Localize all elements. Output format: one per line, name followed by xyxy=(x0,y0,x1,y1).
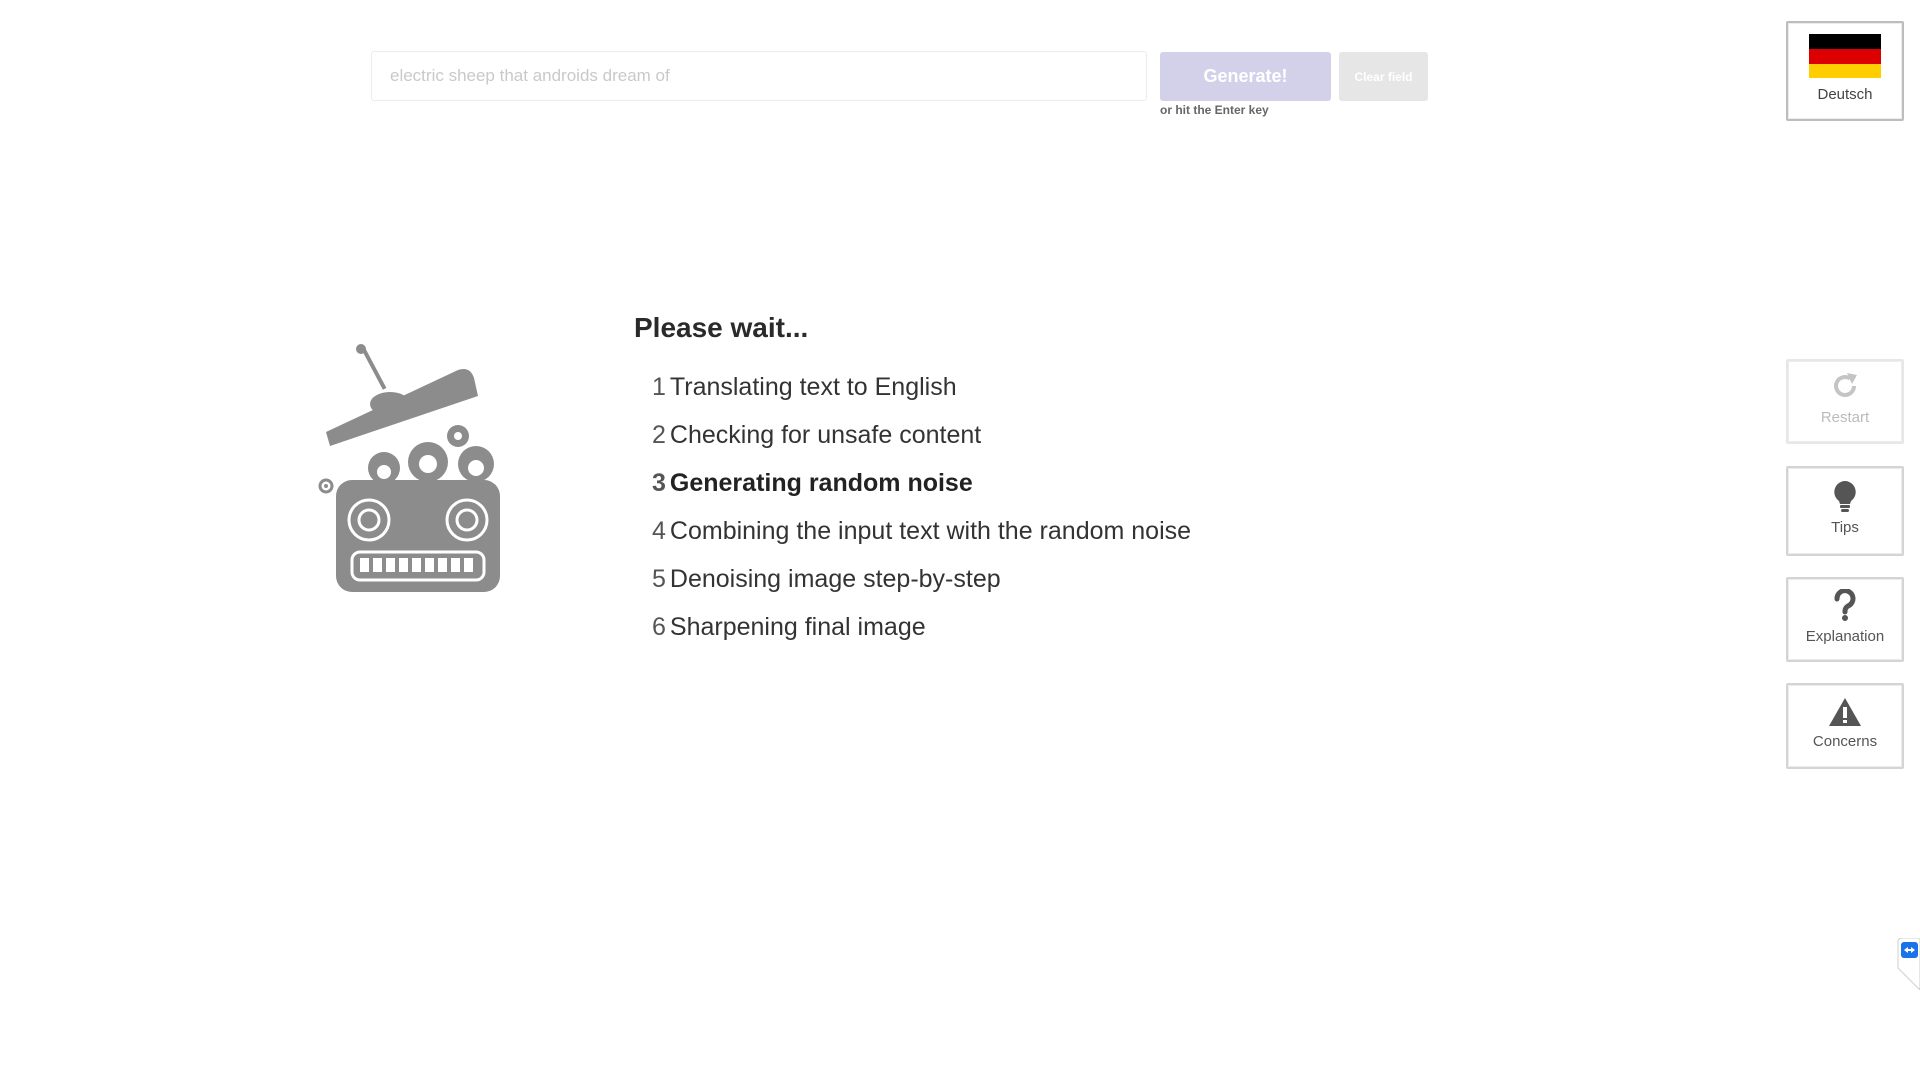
step-number: 2 xyxy=(652,421,666,449)
language-label: Deutsch xyxy=(1817,86,1873,103)
concerns-label: Concerns xyxy=(1812,733,1878,750)
page: Generate! Clear field or hit the Enter k… xyxy=(0,0,1920,1080)
progress-steps: 1 Translating text to English 2 Checking f… xyxy=(652,368,1191,656)
please-wait-title: Please wait... xyxy=(634,312,809,343)
step-number: 4 xyxy=(652,517,666,545)
restart-button[interactable]: Restart xyxy=(1786,359,1904,444)
question-mark-icon xyxy=(1834,589,1856,621)
warning-icon xyxy=(1829,698,1861,726)
clear-field-button[interactable]: Clear field xyxy=(1339,52,1428,101)
step-item-active: 3 Generating random noise xyxy=(652,464,1191,512)
step-item: 5 Denoising image step-by-step xyxy=(652,560,1191,608)
robot-illustration xyxy=(318,344,500,592)
lightbulb-icon xyxy=(1834,481,1856,512)
enter-key-hint: or hit the Enter key xyxy=(1160,103,1269,117)
restart-label: Restart xyxy=(1820,409,1870,426)
generate-button[interactable]: Generate! xyxy=(1160,52,1331,101)
step-label: Denoising image step-by-step xyxy=(669,565,1001,593)
prompt-input[interactable] xyxy=(371,51,1147,101)
step-number: 5 xyxy=(652,565,666,593)
step-item: 4 Combining the input text with the rando… xyxy=(652,512,1191,560)
concerns-button[interactable]: Concerns xyxy=(1786,683,1904,769)
step-label: Combining the input text with the random… xyxy=(669,517,1192,545)
step-number: 3 xyxy=(652,469,666,497)
step-label: Sharpening final image xyxy=(669,613,926,641)
step-label: Generating random noise xyxy=(669,469,973,497)
language-button[interactable]: Deutsch xyxy=(1786,21,1904,121)
step-number: 6 xyxy=(652,613,666,641)
tips-label: Tips xyxy=(1831,519,1859,536)
step-item: 6 Sharpening final image xyxy=(652,608,1191,656)
step-label: Translating text to English xyxy=(669,373,957,401)
step-label: Checking for unsafe content xyxy=(669,421,982,449)
german-flag-icon xyxy=(1809,34,1881,78)
step-item: 1 Translating text to English xyxy=(652,368,1191,416)
restart-icon xyxy=(1834,373,1857,397)
tips-button[interactable]: Tips xyxy=(1786,466,1904,556)
step-number: 1 xyxy=(652,373,666,401)
remote-support-tab[interactable] xyxy=(1896,938,1920,990)
step-item: 2 Checking for unsafe content xyxy=(652,416,1191,464)
explanation-label: Explanation xyxy=(1805,628,1885,645)
explanation-button[interactable]: Explanation xyxy=(1786,577,1904,662)
